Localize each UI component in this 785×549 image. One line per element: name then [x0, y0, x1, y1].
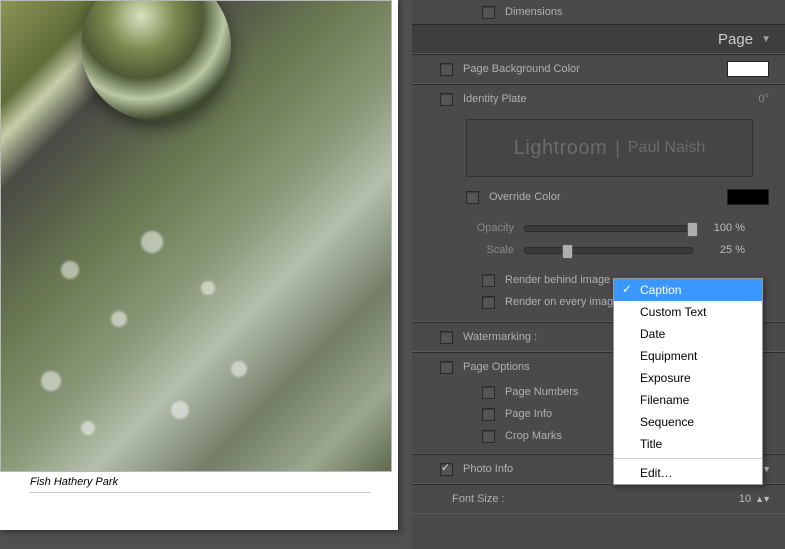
font-size-stepper[interactable]: 10▲▼ [739, 493, 769, 505]
crop-marks-label: Crop Marks [505, 430, 562, 442]
render-every-checkbox[interactable] [482, 296, 495, 309]
lens-ball [81, 0, 231, 121]
opacity-slider-row: Opacity 100 % [412, 217, 785, 239]
identity-plate-divider: | [615, 138, 620, 159]
identity-plate-row[interactable]: Identity Plate 0° [412, 85, 785, 113]
page-guide-line [30, 492, 370, 493]
watermarking-checkbox[interactable] [440, 331, 453, 344]
page-numbers-checkbox[interactable] [482, 386, 495, 399]
menu-item-custom-text[interactable]: Custom Text [614, 301, 762, 323]
dimensions-row[interactable]: Dimensions [412, 0, 785, 24]
page-bg-checkbox[interactable] [440, 63, 453, 76]
identity-plate-app: Lightroom [514, 137, 607, 160]
render-behind-checkbox[interactable] [482, 274, 495, 287]
menu-item-filename[interactable]: Filename [614, 389, 762, 411]
override-color-checkbox[interactable] [466, 191, 479, 204]
menu-item-title[interactable]: Title [614, 433, 762, 455]
scale-slider-row: Scale 25 % [412, 239, 785, 261]
menu-item-caption[interactable]: Caption [614, 279, 762, 301]
print-preview-area: Fish Hathery Park [0, 0, 412, 549]
dimensions-checkbox[interactable] [482, 6, 495, 19]
watermarking-label: Watermarking : [463, 331, 537, 343]
photo-info-popup-menu[interactable]: Caption Custom Text Date Equipment Expos… [613, 278, 763, 485]
render-behind-label: Render behind image [505, 274, 610, 286]
menu-item-sequence[interactable]: Sequence [614, 411, 762, 433]
opacity-slider[interactable] [524, 225, 693, 232]
photo-preview[interactable] [0, 0, 392, 472]
font-size-row[interactable]: Font Size : 10▲▼ [412, 485, 785, 513]
menu-item-date[interactable]: Date [614, 323, 762, 345]
scale-label: Scale [466, 244, 514, 256]
print-page: Fish Hathery Park [0, 0, 398, 530]
identity-plate-preview[interactable]: Lightroom | Paul Naish [466, 119, 753, 177]
crop-marks-checkbox[interactable] [482, 430, 495, 443]
identity-plate-label: Identity Plate [463, 93, 527, 105]
override-color-label: Override Color [489, 191, 561, 203]
page-numbers-label: Page Numbers [505, 386, 578, 398]
font-size-value: 10 [739, 493, 751, 505]
identity-angle[interactable]: 0° [758, 93, 769, 105]
page-bg-swatch[interactable] [727, 61, 769, 77]
page-bg-row[interactable]: Page Background Color [412, 55, 785, 83]
page-bg-label: Page Background Color [463, 63, 580, 75]
identity-plate-checkbox[interactable] [440, 93, 453, 106]
scale-slider[interactable] [524, 247, 693, 254]
override-color-swatch[interactable] [727, 189, 769, 205]
override-color-row[interactable]: Override Color [412, 183, 785, 211]
updown-icon: ▲▼ [751, 494, 769, 504]
menu-separator [614, 458, 762, 459]
opacity-value[interactable]: 100 % [699, 222, 745, 234]
opacity-label: Opacity [466, 222, 514, 234]
scale-value[interactable]: 25 % [699, 244, 745, 256]
dimensions-label: Dimensions [505, 6, 562, 18]
page-info-label: Page Info [505, 408, 552, 420]
page-section-header[interactable]: Page ▼ [412, 24, 785, 54]
page-options-label: Page Options [463, 361, 530, 373]
render-every-label: Render on every image [505, 296, 619, 308]
menu-item-equipment[interactable]: Equipment [614, 345, 762, 367]
page-options-checkbox[interactable] [440, 361, 453, 374]
menu-item-exposure[interactable]: Exposure [614, 367, 762, 389]
disclosure-triangle-icon[interactable]: ▼ [761, 34, 771, 45]
font-size-label: Font Size : [452, 493, 505, 505]
identity-plate-username: Paul Naish [628, 139, 705, 157]
photo-info-label: Photo Info [463, 463, 513, 475]
photo-info-checkbox[interactable] [440, 463, 453, 476]
photo-caption: Fish Hathery Park [30, 476, 118, 488]
page-header-label: Page [718, 31, 753, 48]
page-info-checkbox[interactable] [482, 408, 495, 421]
menu-item-edit[interactable]: Edit… [614, 462, 762, 484]
